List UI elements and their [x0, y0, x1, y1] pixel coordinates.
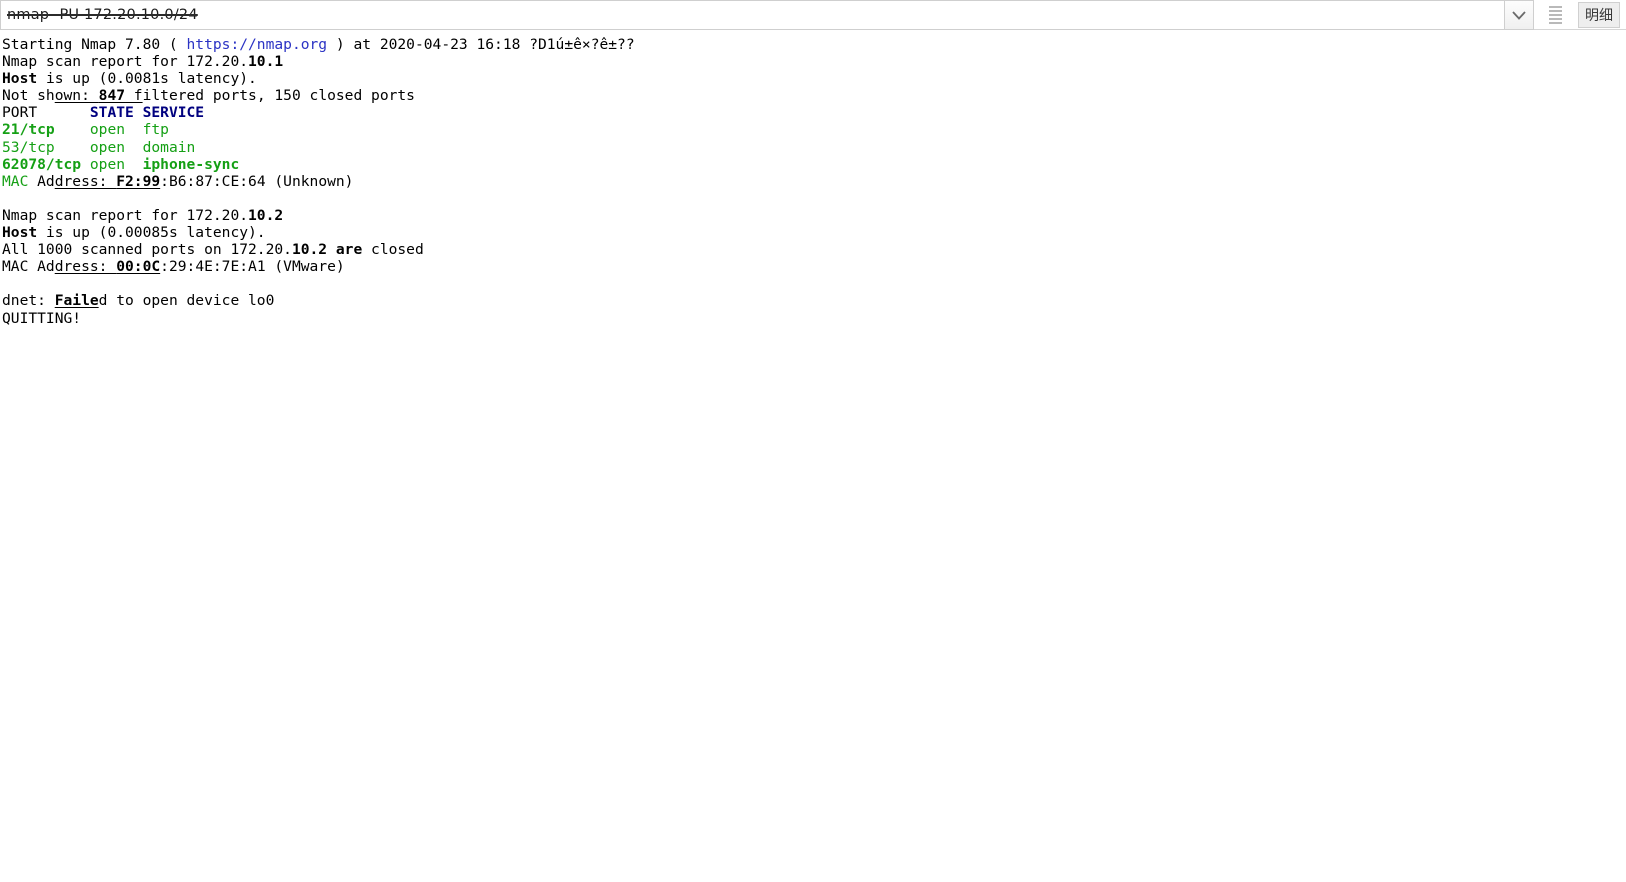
terminal-text-run: STATE SERVICE [89, 104, 205, 122]
terminal-text-run: f [125, 87, 143, 105]
terminal-text-run [125, 139, 143, 156]
terminal-text-run: 00:0C [116, 258, 161, 276]
terminal-line: Nmap scan report for 172.20.10.1 [2, 53, 1626, 70]
terminal-text-run: Nmap scan report for 172.20. [2, 206, 249, 224]
terminal-text-run: 10.2 are [291, 241, 363, 259]
terminal-text-run: :29:4E:7E:A1 (VMware) [160, 258, 345, 276]
command-toolbar: nmap -PU 172.20.10.0/24 明细 [0, 0, 1626, 30]
terminal-text-run [125, 156, 143, 173]
terminal-text-run: dnet: [2, 292, 55, 310]
terminal-text-run: open [89, 138, 126, 156]
detail-button[interactable]: 明细 [1578, 1, 1620, 28]
terminal-text-run: F2:99 [116, 172, 161, 190]
terminal-text-run: MAC Ad [2, 258, 55, 276]
terminal-text-run [125, 121, 143, 138]
terminal-line: QUITTING! [2, 310, 1626, 327]
command-input-value: nmap -PU 172.20.10.0/24 [7, 7, 198, 23]
terminal-line: Nmap scan report for 172.20.10.2 [2, 207, 1626, 224]
terminal-text-run: https://nmap.org [186, 36, 328, 53]
terminal-line: Not shown: 847 filtered ports, 150 close… [2, 87, 1626, 104]
terminal-text-run: ftp [142, 121, 169, 139]
toolbar-actions: 明细 [1534, 0, 1626, 29]
terminal-text-run: Not sh [2, 87, 55, 105]
terminal-text-run: is up (0.00085s latency). [37, 224, 266, 242]
terminal-text-run: 62078/tcp [2, 155, 82, 173]
list-lines-icon[interactable] [1542, 0, 1568, 30]
terminal-line: Host is up (0.00085s latency). [2, 224, 1626, 241]
terminal-text-run: Host [2, 70, 38, 88]
terminal-text-run: own: [54, 87, 99, 105]
terminal-text-run: 21/tcp [2, 121, 55, 139]
terminal-text-run: is up (0.0081s latency). [37, 70, 257, 88]
terminal-text-run: 10.1 [248, 53, 284, 71]
terminal-text-run [55, 139, 90, 156]
terminal-text-run: Ad [28, 172, 55, 190]
terminal-text-run: 10.2 [248, 206, 284, 224]
terminal-line: 62078/tcp open iphone-sync [2, 156, 1626, 173]
terminal-text-run: MAC [2, 172, 29, 190]
terminal-text-run: Faile [54, 292, 99, 310]
terminal-text-run: dress: [54, 172, 117, 190]
terminal-text-run: 53/tcp [2, 138, 55, 156]
terminal-text-run: domain [142, 138, 196, 156]
chevron-down-icon[interactable] [1504, 0, 1534, 30]
terminal-line: PORT STATE SERVICE [2, 104, 1626, 121]
terminal-line: dnet: Failed to open device lo0 [2, 292, 1626, 309]
terminal-line: Starting Nmap 7.80 ( https://nmap.org ) … [2, 36, 1626, 53]
terminal-text-run: open [89, 121, 126, 139]
terminal-text-run: Nmap scan report for 172.20. [2, 53, 249, 71]
terminal-text-run: dress: [54, 258, 117, 276]
terminal-text-run: Starting Nmap 7.80 ( [2, 36, 187, 53]
terminal-text-run: iltered ports, 150 closed ports [142, 87, 415, 105]
terminal-output: Starting Nmap 7.80 ( https://nmap.org ) … [0, 30, 1626, 327]
terminal-text-run: PORT [2, 104, 90, 122]
terminal-line: 53/tcp open domain [2, 139, 1626, 156]
terminal-text-run [55, 121, 90, 138]
terminal-text-run: d to open device lo0 [98, 292, 275, 310]
terminal-text-run: All 1000 scanned ports on 172.20. [2, 241, 292, 259]
terminal-text-run: :B6:87:CE:64 (Unknown) [160, 172, 354, 190]
terminal-line: MAC Address: 00:0C:29:4E:7E:A1 (VMware) [2, 258, 1626, 275]
terminal-text-run: iphone-sync [142, 155, 240, 173]
terminal-text-run: ) at 2020-04-23 16:18 ?D1ú±ê×?ê±?? [327, 36, 635, 53]
terminal-text-run: closed [362, 241, 424, 259]
terminal-line: MAC Address: F2:99:B6:87:CE:64 (Unknown) [2, 173, 1626, 190]
terminal-line: Host is up (0.0081s latency). [2, 70, 1626, 87]
terminal-text-run: QUITTING! [2, 309, 82, 327]
terminal-text-run: 847 [98, 87, 126, 105]
terminal-text-run: open [89, 155, 126, 173]
terminal-text-run [81, 156, 90, 173]
terminal-text-run: Host [2, 224, 38, 242]
command-input[interactable]: nmap -PU 172.20.10.0/24 [0, 0, 1504, 30]
terminal-line: All 1000 scanned ports on 172.20.10.2 ar… [2, 241, 1626, 258]
terminal-line: 21/tcp open ftp [2, 121, 1626, 138]
